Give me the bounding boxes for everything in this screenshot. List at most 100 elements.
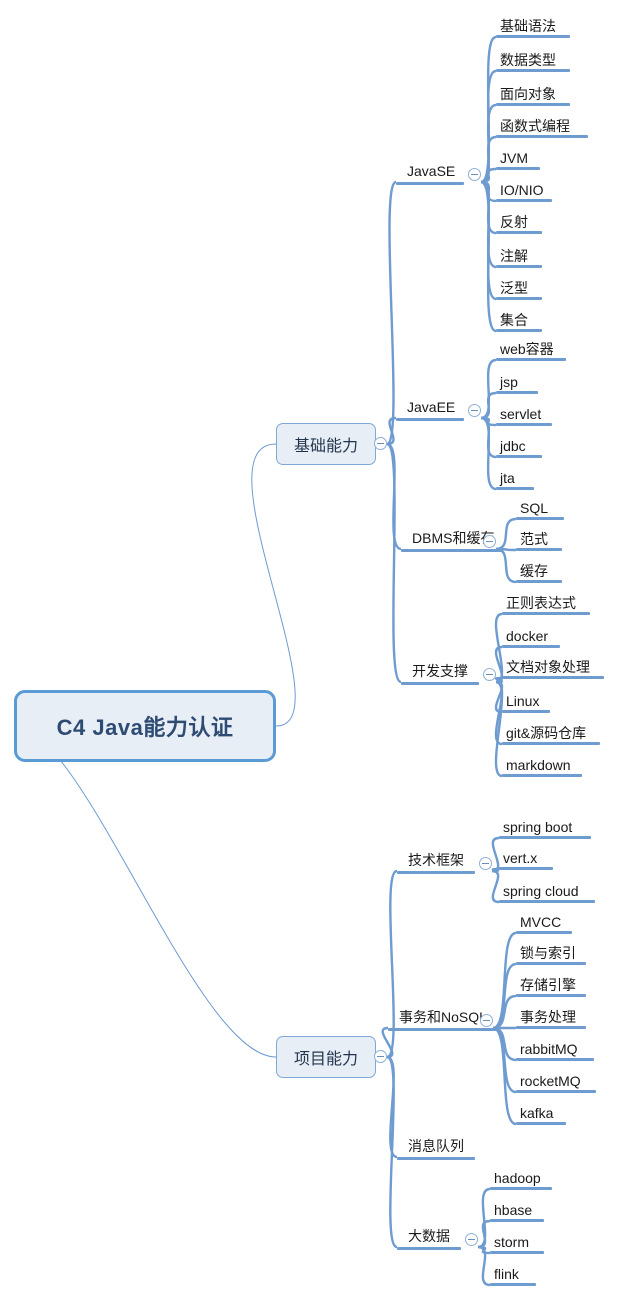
branch-node-basic[interactable]: 基础能力: [276, 423, 376, 465]
leaf-node-devsup-5[interactable]: markdown: [502, 758, 582, 777]
leaf-node-tx-nosql-6[interactable]: kafka: [516, 1106, 566, 1125]
leaf-node-frameworks-1[interactable]: vert.x: [499, 851, 553, 870]
collapse-toggle-basic[interactable]: [374, 437, 387, 450]
topic-label: 函数式编程: [500, 118, 570, 134]
leaf-node-dbms-1[interactable]: 范式: [516, 532, 562, 551]
leaf-node-javaee-1[interactable]: jsp: [496, 375, 538, 394]
leaf-node-frameworks-0[interactable]: spring boot: [499, 820, 591, 839]
subtopic-node-javaee[interactable]: JavaEE: [403, 400, 458, 416]
topic-underline: [516, 994, 586, 997]
topic-underline: [516, 580, 562, 583]
topic-label: 注解: [500, 248, 528, 264]
subtopic-label: 开发支撑: [412, 663, 468, 679]
topic-underline: [496, 297, 542, 300]
subtopic-label: 消息队列: [408, 1138, 464, 1154]
topic-label: jsp: [500, 374, 518, 390]
underline-rule: [397, 871, 475, 874]
topic-label: storm: [494, 1234, 529, 1250]
underline-rule: [396, 182, 464, 185]
subtopic-node-frameworks[interactable]: 技术框架: [404, 853, 467, 869]
leaf-node-bigdata-1[interactable]: hbase: [490, 1203, 544, 1222]
topic-underline: [516, 548, 562, 551]
branch-label: 基础能力: [293, 438, 358, 455]
topic-underline: [496, 69, 570, 72]
leaf-node-javaee-4[interactable]: jta: [496, 471, 534, 490]
leaf-node-javase-6[interactable]: 反射: [496, 215, 542, 234]
subtopic-label: JavaSE: [407, 163, 456, 179]
leaf-node-tx-nosql-1[interactable]: 锁与索引: [516, 946, 586, 965]
collapse-toggle-devsup[interactable]: [483, 668, 496, 681]
subtopic-underline: [396, 182, 464, 185]
topic-underline: [502, 612, 590, 615]
leaf-node-devsup-2[interactable]: 文档对象处理: [502, 660, 604, 679]
leaf-node-dbms-0[interactable]: SQL: [516, 501, 564, 520]
underline-rule: [397, 1247, 461, 1250]
leaf-node-javase-3[interactable]: 函数式编程: [496, 119, 588, 138]
leaf-node-tx-nosql-5[interactable]: rocketMQ: [516, 1074, 596, 1093]
topic-label: spring boot: [503, 819, 573, 835]
leaf-node-javase-1[interactable]: 数据类型: [496, 53, 570, 72]
topic-underline: [490, 1187, 552, 1190]
leaf-node-javase-4[interactable]: JVM: [496, 151, 540, 170]
leaf-node-javaee-3[interactable]: jdbc: [496, 439, 542, 458]
topic-underline: [490, 1219, 544, 1222]
root-topic-label: C4 Java能力认证: [56, 715, 234, 740]
leaf-node-tx-nosql-0[interactable]: MVCC: [516, 915, 572, 934]
leaf-node-tx-nosql-2[interactable]: 存储引擎: [516, 978, 586, 997]
mindmap-canvas: C4 Java能力认证 基础能力 JavaSE 基础语法数据类型面向对象函数式编程 J…: [0, 0, 632, 1306]
subtopic-underline: [388, 1028, 500, 1031]
leaf-node-bigdata-2[interactable]: storm: [490, 1235, 544, 1254]
topic-underline: [496, 329, 542, 332]
collapse-toggle-frameworks[interactable]: [479, 857, 492, 870]
leaf-node-devsup-0[interactable]: 正则表达式: [502, 596, 590, 615]
root-topic-node[interactable]: C4 Java能力认证: [14, 690, 276, 762]
collapse-toggle-javaee[interactable]: [468, 404, 481, 417]
topic-label: 泛型: [500, 280, 528, 296]
leaf-node-tx-nosql-3[interactable]: 事务处理: [516, 1010, 586, 1029]
topic-underline: [502, 774, 582, 777]
leaf-node-tx-nosql-4[interactable]: rabbitMQ: [516, 1042, 594, 1061]
leaf-node-javase-2[interactable]: 面向对象: [496, 87, 570, 106]
topic-label: spring cloud: [503, 883, 579, 899]
subtopic-node-bigdata[interactable]: 大数据: [404, 1229, 453, 1245]
leaf-node-devsup-3[interactable]: Linux: [502, 694, 550, 713]
underline-rule: [401, 549, 503, 552]
leaf-node-javase-9[interactable]: 集合: [496, 313, 542, 332]
topic-underline: [496, 35, 570, 38]
leaf-node-bigdata-3[interactable]: flink: [490, 1267, 536, 1286]
leaf-node-javase-7[interactable]: 注解: [496, 249, 542, 268]
topic-underline: [496, 423, 552, 426]
topic-underline: [499, 836, 591, 839]
topic-label: 集合: [500, 312, 528, 328]
topic-underline: [516, 1090, 596, 1093]
leaf-node-devsup-1[interactable]: docker: [502, 629, 560, 648]
topic-label: docker: [506, 628, 549, 644]
topic-label: IO/NIO: [500, 182, 544, 198]
subtopic-node-javase[interactable]: JavaSE: [403, 164, 458, 180]
subtopic-underline: [397, 1247, 461, 1250]
topic-label: 基础语法: [500, 18, 556, 34]
leaf-node-javase-5[interactable]: IO/NIO: [496, 183, 552, 202]
collapse-toggle-javase[interactable]: [468, 168, 481, 181]
subtopic-node-devsup[interactable]: 开发支撑: [408, 664, 471, 680]
collapse-toggle-tx-nosql[interactable]: [480, 1014, 493, 1027]
collapse-toggle-bigdata[interactable]: [465, 1233, 478, 1246]
collapse-toggle-dbms[interactable]: [483, 535, 496, 548]
collapse-toggle-project[interactable]: [374, 1050, 387, 1063]
topic-underline: [499, 867, 553, 870]
leaf-node-javaee-2[interactable]: servlet: [496, 407, 552, 426]
leaf-node-dbms-2[interactable]: 缓存: [516, 564, 562, 583]
topic-label: 事务处理: [520, 1009, 576, 1025]
subtopic-node-tx-nosql[interactable]: 事务和NoSQL: [395, 1010, 490, 1026]
branch-node-project[interactable]: 项目能力: [276, 1036, 376, 1078]
leaf-node-javase-8[interactable]: 泛型: [496, 281, 542, 300]
leaf-node-devsup-4[interactable]: git&源码仓库: [502, 726, 600, 745]
leaf-node-javase-0[interactable]: 基础语法: [496, 19, 570, 38]
subtopic-node-mq[interactable]: 消息队列: [404, 1139, 467, 1155]
subtopic-underline: [401, 549, 503, 552]
topic-underline: [516, 1058, 594, 1061]
leaf-node-frameworks-2[interactable]: spring cloud: [499, 884, 595, 903]
topic-label: jta: [500, 470, 515, 486]
leaf-node-bigdata-0[interactable]: hadoop: [490, 1171, 552, 1190]
leaf-node-javaee-0[interactable]: web容器: [496, 342, 566, 361]
